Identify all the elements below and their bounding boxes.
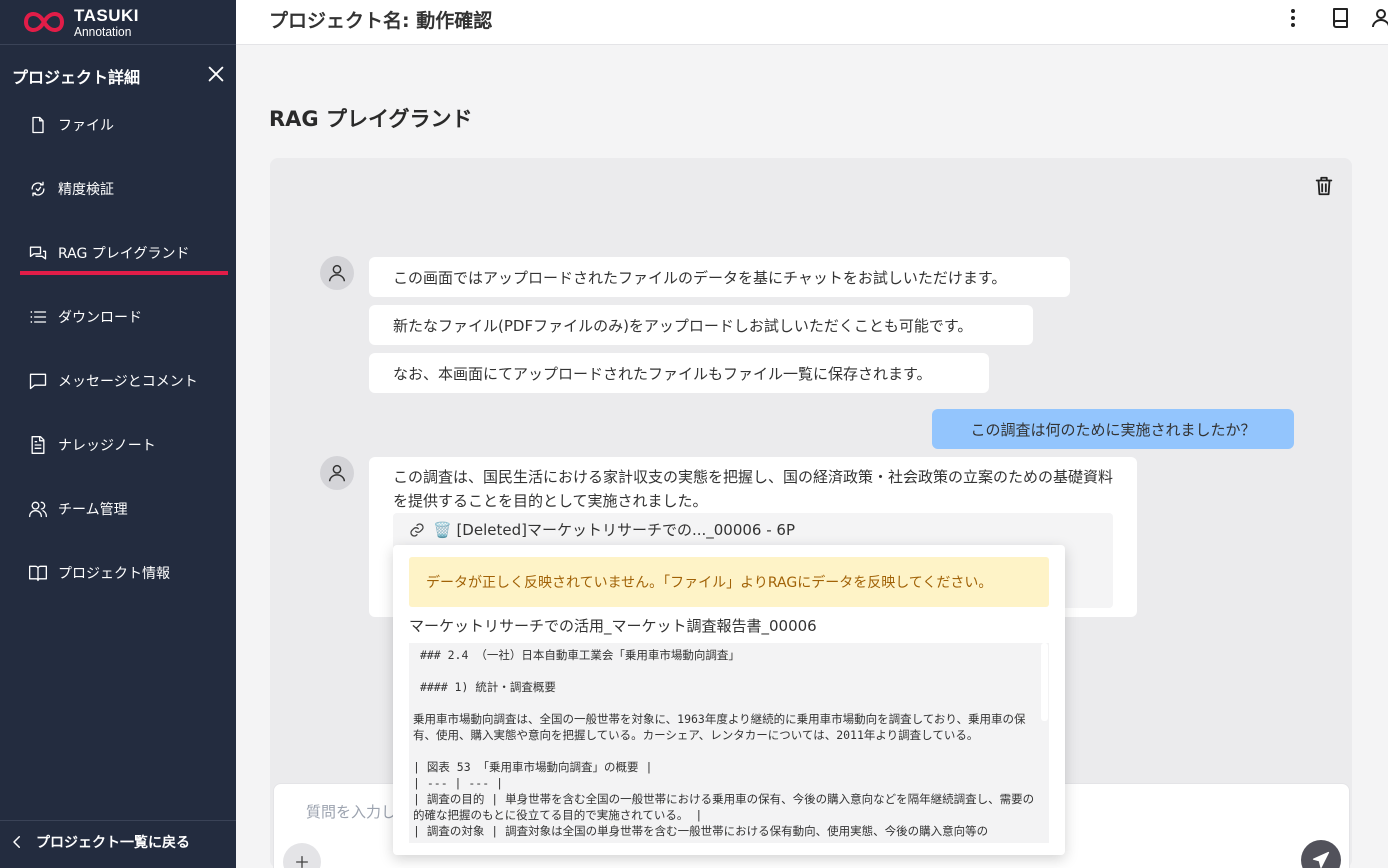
logo-subtitle: Annotation [74, 24, 132, 39]
sidebar-item-label: プロジェクト情報 [58, 566, 170, 582]
scrollbar-thumb[interactable] [1041, 643, 1048, 721]
team-icon [29, 501, 47, 518]
assistant-message: なお、本画面にてアップロードされたファイルもファイル一覧に保存されます。 [369, 353, 989, 393]
document-title: マーケットリサーチでの活用_マーケット調査報告書_00006 [409, 617, 817, 635]
sidebar-item-file[interactable]: ファイル [20, 105, 228, 145]
sidebar-item-label: 精度検証 [58, 182, 114, 198]
sidebar-item-team[interactable]: チーム管理 [20, 489, 228, 529]
sidebar: TASUKI Annotation プロジェクト詳細 ファイル 精度検証 RAG… [0, 0, 236, 868]
user-icon[interactable] [1369, 6, 1388, 30]
note-icon [31, 436, 45, 454]
sidebar-item-project-info[interactable]: プロジェクト情報 [20, 553, 228, 593]
person-icon [328, 264, 346, 282]
warning-message: データが正しく反映されていません。「ファイル」よりRAGにデータを反映してくださ… [409, 557, 1049, 607]
trash-icon[interactable] [1313, 175, 1335, 197]
header: プロジェクト名: 動作確認 [236, 0, 1388, 45]
sidebar-item-rag-playground[interactable]: RAG プレイグランド [20, 235, 228, 275]
divider [0, 44, 236, 45]
page-title: RAG プレイグランド [269, 107, 473, 131]
sidebar-item-label: ダウンロード [58, 310, 142, 326]
user-message: この調査は何のために実施されましたか？ [932, 409, 1294, 449]
answer-text: この調査は、国民生活における家計収支の実態を把握し、国の経済政策・社会政策の立案… [393, 468, 1114, 510]
assistant-message: この画面ではアップロードされたファイルのデータを基にチャットをお試しいただけます… [369, 257, 1070, 297]
sidebar-item-accuracy[interactable]: 精度検証 [20, 169, 228, 209]
person-icon [328, 464, 346, 482]
list-icon [30, 311, 47, 323]
send-icon [1312, 851, 1330, 868]
sidebar-item-label: メッセージとコメント [58, 374, 198, 390]
logo-name: TASUKI [74, 5, 140, 25]
link-icon [410, 522, 424, 537]
sidebar-item-knowledge-note[interactable]: ナレッジノート [20, 425, 228, 465]
accuracy-icon [31, 181, 45, 197]
sidebar-item-label: ナレッジノート [58, 438, 156, 454]
divider [0, 820, 236, 821]
assistant-avatar [320, 256, 354, 290]
document-content[interactable]: ### 2.4 （一社）日本自動車工業会「乗用車市場動向調査」 #### 1) … [409, 643, 1049, 843]
source-link[interactable]: 🗑️ [Deleted]マーケットリサーチでの..._00006 - 6P [409, 519, 795, 540]
assistant-message: 新たなファイル(PDFファイルのみ)をアップロードしお試しいただくことも可能です… [369, 305, 1033, 345]
message-icon [29, 373, 47, 390]
back-link-label: プロジェクト一覧に戻る [36, 835, 190, 851]
chevron-left-icon [13, 836, 20, 848]
source-label: 🗑️ [Deleted]マーケットリサーチでの..._00006 - 6P [433, 521, 796, 539]
project-name: プロジェクト名: 動作確認 [269, 10, 493, 32]
close-icon[interactable] [205, 63, 227, 85]
logo[interactable]: TASUKI Annotation [20, 4, 139, 40]
sidebar-item-label: RAG プレイグランド [58, 246, 190, 262]
sidebar-item-label: ファイル [58, 118, 114, 134]
sidebar-item-label: チーム管理 [58, 502, 128, 518]
tasuki-logo-icon [23, 12, 65, 32]
assistant-avatar [320, 456, 354, 490]
sidebar-item-messages[interactable]: メッセージとコメント [20, 361, 228, 401]
file-icon [32, 116, 44, 134]
back-to-projects-link[interactable]: プロジェクト一覧に戻る [8, 832, 190, 852]
chat-icon [29, 246, 47, 260]
manual-book-icon[interactable] [1329, 6, 1353, 30]
book-icon [29, 565, 47, 582]
sidebar-title: プロジェクト詳細 [12, 68, 141, 87]
more-vertical-icon[interactable] [1281, 6, 1305, 30]
sidebar-item-download[interactable]: ダウンロード [20, 297, 228, 337]
source-preview-popover: データが正しく反映されていません。「ファイル」よりRAGにデータを反映してくださ… [393, 545, 1065, 855]
plus-icon [296, 856, 308, 868]
